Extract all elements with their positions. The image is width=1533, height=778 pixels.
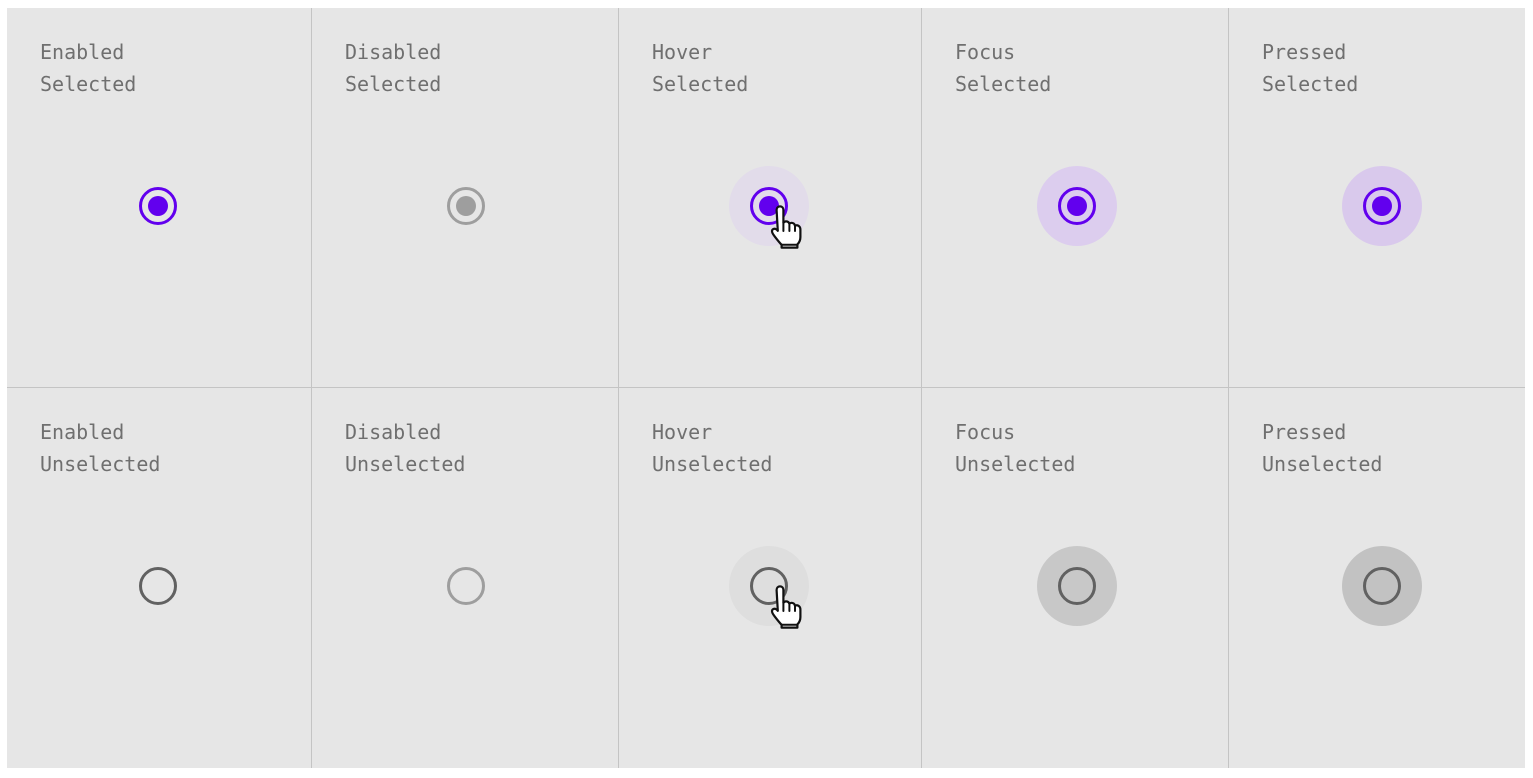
- radio-button-hover-selected[interactable]: [729, 166, 809, 249]
- cell-pressed-selected: Pressed Selected: [1229, 8, 1525, 388]
- selection-name: Selected: [955, 72, 1052, 96]
- radio-states-board: Enabled Selected Disabled Selected Hover…: [7, 8, 1525, 768]
- radio-button-focus-unselected[interactable]: [1037, 546, 1117, 626]
- cell-disabled-unselected: Disabled Unselected: [312, 388, 618, 768]
- selection-name: Selected: [652, 72, 749, 96]
- radio-ring: [1363, 567, 1401, 605]
- radio-button-disabled-unselected: [426, 546, 506, 626]
- selection-name: Selected: [345, 72, 442, 96]
- radio-button-hover-unselected[interactable]: [729, 546, 809, 629]
- radio-ring: [139, 567, 177, 605]
- cell-enabled-unselected: Enabled Unselected: [7, 388, 311, 768]
- cell-enabled-selected: Enabled Selected: [7, 8, 311, 388]
- state-name: Hover: [652, 420, 713, 444]
- radio-button-disabled-selected: [426, 166, 506, 246]
- state-label: Focus Selected: [955, 36, 1051, 100]
- hand-pointer-icon: [770, 585, 802, 629]
- state-name: Focus: [955, 40, 1016, 64]
- state-name: Enabled: [40, 40, 125, 64]
- cell-focus-selected: Focus Selected: [922, 8, 1228, 388]
- hand-pointer-icon: [770, 205, 802, 249]
- selection-name: Unselected: [652, 452, 773, 476]
- selection-name: Selected: [40, 72, 137, 96]
- radio-button-enabled-unselected[interactable]: [118, 546, 198, 626]
- radio-dot: [456, 196, 476, 216]
- radio-dot: [148, 196, 168, 216]
- cell-pressed-unselected: Pressed Unselected: [1229, 388, 1525, 768]
- radio-ring: [139, 187, 177, 225]
- state-name: Disabled: [345, 420, 442, 444]
- selection-name: Unselected: [345, 452, 466, 476]
- selection-name: Unselected: [40, 452, 161, 476]
- selection-name: Unselected: [955, 452, 1076, 476]
- state-name: Focus: [955, 420, 1016, 444]
- state-name: Disabled: [345, 40, 442, 64]
- cell-disabled-selected: Disabled Selected: [312, 8, 618, 388]
- radio-ring: [1058, 187, 1096, 225]
- cell-hover-unselected: Hover Unselected: [619, 388, 921, 768]
- radio-ring: [1058, 567, 1096, 605]
- radio-dot: [1372, 196, 1392, 216]
- state-label: Disabled Selected: [345, 36, 441, 100]
- radio-button-focus-selected[interactable]: [1037, 166, 1117, 246]
- state-name: Enabled: [40, 420, 125, 444]
- radio-button-pressed-selected[interactable]: [1342, 166, 1422, 246]
- radio-button-pressed-unselected[interactable]: [1342, 546, 1422, 626]
- selection-name: Unselected: [1262, 452, 1383, 476]
- state-label: Pressed Unselected: [1262, 416, 1382, 480]
- radio-ring: [447, 567, 485, 605]
- state-label: Hover Selected: [652, 36, 748, 100]
- radio-ring: [447, 187, 485, 225]
- radio-button-enabled-selected[interactable]: [118, 166, 198, 246]
- radio-ring: [1363, 187, 1401, 225]
- cell-focus-unselected: Focus Unselected: [922, 388, 1228, 768]
- state-label: Hover Unselected: [652, 416, 772, 480]
- selection-name: Selected: [1262, 72, 1359, 96]
- state-name: Pressed: [1262, 420, 1347, 444]
- state-label: Disabled Unselected: [345, 416, 465, 480]
- state-name: Pressed: [1262, 40, 1347, 64]
- state-name: Hover: [652, 40, 713, 64]
- state-label: Pressed Selected: [1262, 36, 1358, 100]
- cell-hover-selected: Hover Selected: [619, 8, 921, 388]
- state-label: Enabled Selected: [40, 36, 136, 100]
- state-label: Enabled Unselected: [40, 416, 160, 480]
- state-label: Focus Unselected: [955, 416, 1075, 480]
- radio-dot: [1067, 196, 1087, 216]
